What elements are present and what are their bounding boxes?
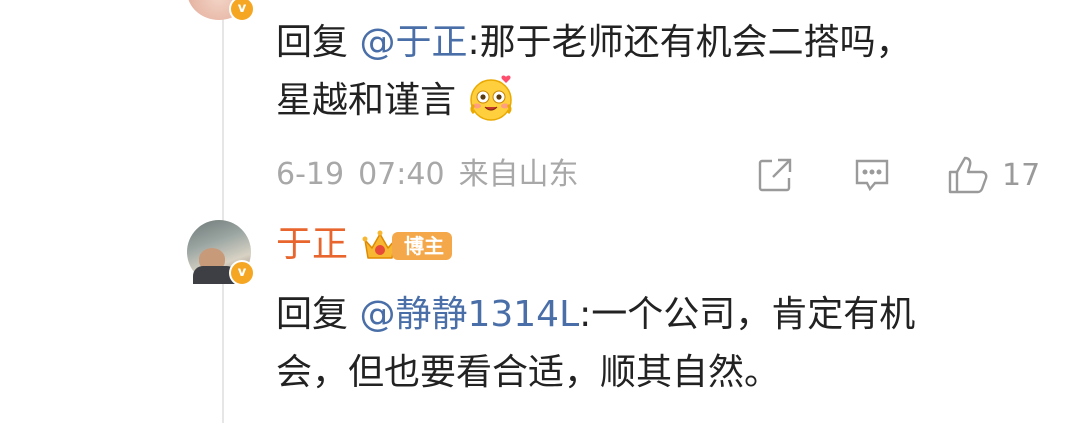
share-button[interactable] [756, 154, 794, 196]
verified-icon: v [229, 0, 255, 22]
like-count: 17 [1002, 157, 1041, 193]
comment-time: 07:40 [358, 157, 445, 192]
thread-line [222, 0, 224, 423]
comment-location: 来自山东 [458, 157, 579, 192]
share-icon [758, 158, 792, 192]
reply-body-line1: :那于老师还有机会二搭吗， [467, 22, 912, 63]
comment-date: 6-19 [276, 157, 345, 192]
thumbs-up-icon [948, 156, 988, 194]
mention-link[interactable]: @静静1314L [359, 294, 579, 335]
avatar[interactable]: v [187, 220, 255, 286]
reply-prefix: 回复 [276, 294, 360, 335]
comment-meta: 6-19 07:40 来自山东 [276, 155, 579, 195]
like-button[interactable]: 17 [946, 154, 1040, 196]
username[interactable]: 于正 [276, 222, 348, 268]
love-emoji-icon [470, 75, 512, 121]
comment-button[interactable] [852, 154, 892, 196]
reply-text: 回复 @于正:那于老师还有机会二搭吗， 星越和谨言 [276, 14, 912, 130]
reply-body-line2: 星越和谨言 [276, 80, 457, 121]
reply-text: 回复 @静静1314L:一个公司，肯定有机 会，但也要看合适，顺其自然。 [276, 286, 915, 402]
reply-body-line2: 会，但也要看合适，顺其自然。 [276, 352, 781, 393]
avatar[interactable]: v [187, 0, 255, 22]
verified-icon: v [229, 260, 255, 286]
reply-prefix: 回复 [276, 22, 360, 63]
reply-body-line1: :一个公司，肯定有机 [579, 294, 916, 335]
author-badge: 博主 [392, 232, 452, 260]
comment-icon [855, 159, 889, 192]
mention-link[interactable]: @于正 [359, 22, 467, 63]
